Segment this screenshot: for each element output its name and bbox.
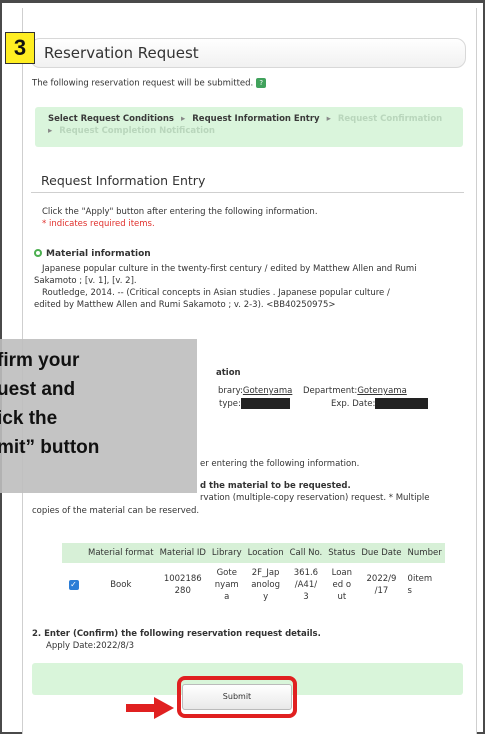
user-type-label: type:	[219, 399, 241, 409]
user-department: Department:Gotenyama	[303, 386, 407, 396]
location-part: 2F_Jap	[251, 568, 280, 578]
user-library: brary:Gotenyama	[218, 386, 292, 396]
progress-row-1: Select Request Conditions ▸ Request Inform…	[48, 114, 442, 124]
select-material-checkbox[interactable]: ✓	[68, 580, 79, 590]
material-line-1: Japanese popular culture in the twenty-f…	[42, 264, 417, 274]
page-title: Reservation Request	[44, 44, 199, 62]
user-library-label: brary:	[218, 386, 243, 396]
apply-date-label: Apply Date:	[46, 641, 96, 651]
step-request-confirmation: Request Confirmation	[337, 114, 443, 124]
status-part: ut	[337, 592, 347, 602]
material-id-part: 280	[174, 586, 191, 596]
table-cell-location: 2F_Japanolog y	[245, 563, 287, 607]
user-info-heading: ation	[216, 368, 241, 378]
step-completion-notification: Request Completion Notification	[59, 126, 215, 136]
step-separator-icon: ▸	[48, 126, 53, 136]
table-header-due-date: Due Date	[358, 543, 405, 563]
callout-line-2: uest and	[0, 379, 76, 400]
table-cell-format: Book	[110, 580, 132, 590]
material-id-part: 1002186	[163, 574, 202, 584]
call-no-part: 361.6	[293, 568, 319, 578]
step-information-entry: Request Information Entry	[192, 114, 320, 124]
circle-bullet-icon	[34, 249, 42, 257]
table-header-call-no: Call No.	[286, 543, 326, 563]
step1-heading: d the material to be requested.	[200, 481, 351, 491]
required-note: * indicates required items.	[42, 219, 155, 229]
reservation-note-2: copies of the material can be reserved.	[32, 506, 200, 516]
location-part: y	[263, 592, 269, 602]
table-header-library: Library	[208, 543, 245, 563]
table-header-checkbox	[62, 543, 85, 563]
callout-line-4: mit” button	[0, 437, 100, 458]
apply-date-value: 2022/8/3	[95, 641, 135, 651]
library-part: Gote	[216, 568, 237, 578]
materials-table: Material format Material ID Library Loca…	[62, 543, 445, 607]
number-part: s	[407, 586, 412, 596]
instructions-line-2: * indicates required items.	[42, 219, 155, 229]
location-part: anolog	[251, 580, 280, 590]
callout-line-3: ick the	[0, 408, 58, 429]
user-library-link[interactable]: Gotenyama	[243, 386, 292, 396]
status-part: Loan	[331, 568, 352, 578]
red-arrow-icon	[126, 697, 174, 719]
table-row: ✓ Book 1002186 280 Gote nyam a 2F_Japanolog…	[62, 563, 445, 607]
table-cell-library: Gote nyam a	[209, 563, 245, 607]
table-cell-status: Loan ed o ut	[325, 563, 358, 607]
step2-heading: 2. Enter (Confirm) the following reserva…	[32, 629, 321, 639]
table-header-id: Material ID	[156, 543, 209, 563]
call-no-part: 3	[303, 592, 309, 602]
status-part: ed o	[332, 580, 352, 590]
reservation-note-1: rvation (multiple-copy reservation) requ…	[200, 493, 430, 503]
library-part: nyam	[214, 580, 239, 590]
table-header-status: Status	[325, 543, 359, 563]
step-separator-icon: ▸	[180, 114, 186, 124]
user-type: type:	[219, 398, 290, 409]
table-cell-due-date: 2022/9/17	[358, 563, 404, 607]
table-cell-number: 0item s	[405, 563, 445, 607]
material-line-3: Routledge, 2014. -- (Critical concepts i…	[42, 288, 390, 298]
redacted-block	[240, 398, 290, 409]
table-header-location: Location	[244, 543, 287, 563]
instruction-callout: firm your uest and ick the mit” button	[0, 339, 197, 493]
apply-date: Apply Date:2022/8/3	[46, 641, 134, 651]
user-department-label: Department:	[303, 386, 358, 396]
due-date-part: /17	[374, 586, 389, 596]
material-line-4: edited by Matthew Allen and Rumi Sakamot…	[34, 300, 336, 310]
step-select-conditions: Select Request Conditions	[48, 114, 174, 124]
section-title: Request Information Entry	[31, 171, 464, 193]
table-header-format: Material format	[85, 543, 157, 563]
call-no-part: /A41/	[294, 580, 318, 590]
user-department-link[interactable]: Gotenyama	[357, 386, 406, 396]
submit-highlight-outline	[177, 676, 297, 718]
help-icon[interactable]: ?	[256, 78, 267, 88]
table-header-row: Material format Material ID Library Loca…	[62, 543, 445, 563]
table-cell-call-no: 361.6/A41/3	[287, 563, 326, 607]
callout-line-1: firm your	[0, 350, 80, 371]
material-line-2: Sakamoto ; [v. 1], [v. 2].	[34, 276, 137, 286]
intro-label: The following reservation request will b…	[32, 78, 254, 89]
library-part: a	[224, 592, 230, 602]
due-date-part: 2022/9	[366, 574, 397, 584]
table-cell-id: 1002186 280	[157, 563, 209, 607]
step-number-badge: 3	[5, 32, 35, 64]
user-exp-label: Exp. Date:	[331, 399, 376, 409]
instructions-2: er entering the following information.	[200, 459, 360, 469]
instructions-line-1: Click the "Apply" button after entering …	[42, 207, 318, 217]
material-heading-label: Material information	[46, 249, 151, 259]
table-header-number: Number	[404, 543, 445, 563]
intro-text: The following reservation request will b…	[32, 78, 267, 89]
step-separator-icon: ▸	[326, 114, 331, 124]
number-part: 0item	[407, 574, 433, 584]
progress-row-2: ▸ Request Completion Notification	[48, 126, 215, 136]
redacted-block	[375, 398, 429, 409]
material-info-heading: Material information	[34, 249, 151, 259]
user-exp-date: Exp. Date:	[331, 398, 429, 409]
table-cell-checkbox: ✓	[62, 563, 85, 607]
